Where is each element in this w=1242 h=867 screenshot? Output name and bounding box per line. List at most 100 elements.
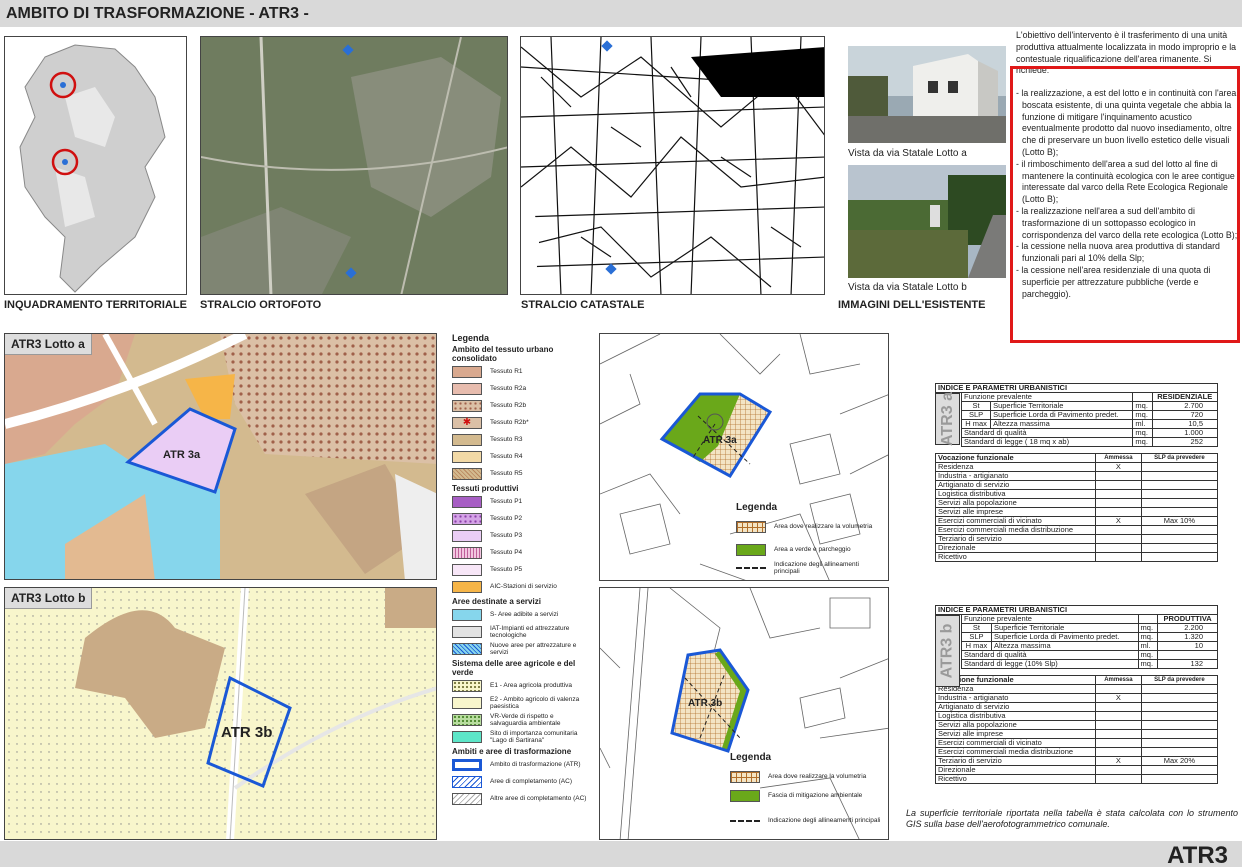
legend-item: Tessuto R2a — [452, 380, 592, 397]
table-row: Standard di legge (10% Slp) mq. 132 — [936, 659, 1218, 669]
legend-swatch — [452, 642, 482, 655]
caption-catastale: STRALCIO CATASTALE — [521, 299, 645, 311]
scheme-a-legend-item: Indicazione degli allineamenti principal… — [736, 559, 886, 576]
table-row: Terziario di servizio — [935, 534, 1219, 544]
description-list: - la realizzazione, a est del lotto e in… — [1016, 88, 1238, 300]
scheme-a-legend-item: Area a verde e parcheggio — [736, 541, 886, 558]
caption-ortofoto: STRALCIO ORTOFOTO — [200, 299, 322, 311]
table-row: Direzionale — [935, 543, 1219, 553]
table-row: Direzionale — [935, 765, 1219, 775]
scheme-b-label: ATR 3b — [688, 698, 723, 709]
lotto-a-label: ATR 3a — [163, 449, 201, 461]
inquadramento-map — [4, 36, 187, 295]
legend-swatch — [452, 450, 482, 463]
legend-item: Tessuto R5 — [452, 465, 592, 482]
scheme-a-map: ATR 3a Legenda Area dove realizzare la v… — [599, 333, 889, 581]
params-table-a: INDICE E PARAMETRI URBANISTICI Funzione … — [935, 383, 1218, 447]
legend-title: Legenda — [452, 333, 490, 343]
legend-item: Tessuto R1 — [452, 363, 592, 380]
legend-swatch — [452, 792, 482, 805]
description-item: - la realizzazione nell'area a sud dell'… — [1016, 205, 1238, 240]
legend-swatch — [452, 730, 482, 743]
legend-item: ✱ Tessuto R2b* — [452, 414, 592, 431]
legend-swatch — [452, 679, 482, 692]
description-item: - la cessione nell'area residenziale di … — [1016, 264, 1211, 299]
photo-caption-a: Vista da via Statale Lotto a — [848, 148, 967, 159]
caption-inquadramento: INQUADRAMENTO TERRITORIALE — [4, 299, 187, 311]
legend-item: S- Aree adibite a servizi — [452, 606, 592, 623]
scheme-b-map: ATR 3b Legenda Area dove realizzare la v… — [599, 587, 889, 840]
legend-swatch — [452, 696, 482, 709]
photo-lotto-b — [848, 165, 1006, 278]
scheme-a-legend-item: Area dove realizzare la volumetria — [736, 518, 886, 535]
photo-lotto-a — [848, 46, 1006, 143]
legend-group-title: Ambito del tessuto urbano consolidato — [452, 345, 554, 363]
legend-swatch — [736, 520, 766, 533]
legend-swatch — [452, 512, 482, 525]
legend-swatch — [452, 713, 482, 726]
legend-swatch — [452, 467, 482, 480]
legend-group-title: Tessuti produttivi — [452, 484, 519, 493]
legend-swatch — [452, 382, 482, 395]
description-item: - il rimboschimento dell'area a sud del … — [1016, 158, 1235, 205]
caption-immagini: IMMAGINI DELL'ESISTENTE — [838, 299, 986, 311]
legend-item: Tessuto R4 — [452, 448, 592, 465]
legend-group-title: Aree destinate a servizi — [452, 597, 541, 606]
legend-item: Tessuto R3 — [452, 431, 592, 448]
ortofoto-map — [200, 36, 508, 295]
legend-swatch — [452, 529, 482, 542]
legend-swatch — [736, 566, 766, 569]
lotto-b-label: ATR 3b — [221, 724, 273, 741]
legend-swatch — [452, 563, 482, 576]
legend-item: Tessuto P1 — [452, 493, 592, 510]
legend-swatch — [452, 399, 482, 412]
legend-item: Tessuto P2 — [452, 510, 592, 527]
legend-group-title: Sistema delle aree agricole e del verde — [452, 659, 576, 677]
params-table-b: INDICE E PARAMETRI URBANISTICI Funzione … — [935, 605, 1218, 669]
table-a-wrapper: ATR3 a INDICE E PARAMETRI URBANISTICI Fu… — [935, 383, 1219, 562]
legend-swatch — [736, 543, 766, 556]
header-bar: AMBITO DI TRASFORMAZIONE - ATR3 - — [0, 0, 1242, 27]
vocazione-table-b: Vocazione funzionale Ammessa SLP da preved… — [935, 675, 1219, 784]
legend-swatch — [452, 433, 482, 446]
legend-item: Altre aree di completamento (AC) — [452, 790, 592, 807]
table-b-side-label: ATR3 b — [935, 615, 960, 687]
footer-bar: ATR3 — [0, 841, 1242, 867]
legend-item: VR-Verde di rispetto e salvaguardia ambi… — [452, 711, 592, 728]
description-item: - la cessione nella nuova area produttiv… — [1016, 241, 1220, 264]
vocazione-table-a: Vocazione funzionale Ammessa SLP da preved… — [935, 453, 1219, 562]
legend-item: Tessuto P4 — [452, 544, 592, 561]
legend-swatch: ✱ — [452, 416, 482, 429]
page-title: AMBITO DI TRASFORMAZIONE - ATR3 - — [6, 5, 309, 22]
legend-swatch — [452, 608, 482, 621]
legend-item: E1 - Area agricola produttiva — [452, 677, 592, 694]
legend-item: Sito di importanza comunitaria "Lago di … — [452, 728, 592, 745]
legend-swatch — [452, 758, 482, 771]
table-row: Ricettivo — [935, 774, 1219, 784]
lotto-a-map: ATR3 Lotto a ATR 3a — [4, 333, 437, 580]
legend-item: IAT-Impianti ed attrezzature tecnologich… — [452, 623, 592, 640]
table-row: Ricettivo — [935, 552, 1219, 562]
scheme-b-legend-title: Legenda — [730, 752, 772, 763]
legend-swatch — [730, 770, 760, 783]
legend-item: Aree di completamento (AC) — [452, 773, 592, 790]
photo-caption-b: Vista da via Statale Lotto b — [848, 282, 967, 293]
lotto-b-map: ATR3 Lotto b ATR 3b — [4, 587, 437, 840]
legend-swatch — [452, 775, 482, 788]
lotto-a-title: ATR3 Lotto a — [5, 334, 92, 355]
legend-item: E2 - Ambito agricolo di valenza paesisti… — [452, 694, 592, 711]
legend-swatch — [452, 580, 482, 593]
footer-label: ATR3 — [1167, 842, 1228, 867]
scheme-b-legend-item: Fascia di mitigazione ambientale — [730, 787, 888, 804]
catastale-map — [520, 36, 825, 295]
table-b-wrapper: ATR3 b INDICE E PARAMETRI URBANISTICI Fu… — [935, 605, 1219, 784]
legend-swatch — [452, 365, 482, 378]
legend-swatch — [452, 625, 482, 638]
legend-item: AIC-Stazioni di servizio — [452, 578, 592, 595]
zoning-legend: Legenda Ambito del tessuto urbano consol… — [452, 333, 592, 807]
scheme-b-legend-item: Area dove realizzare la volumetria — [730, 768, 888, 785]
table-row: Terziario di servizio X Max 20% — [935, 756, 1219, 766]
legend-item: Tessuto P3 — [452, 527, 592, 544]
gis-note: La superficie territoriale riportata nel… — [906, 808, 1238, 829]
legend-item: Tessuto R2b — [452, 397, 592, 414]
